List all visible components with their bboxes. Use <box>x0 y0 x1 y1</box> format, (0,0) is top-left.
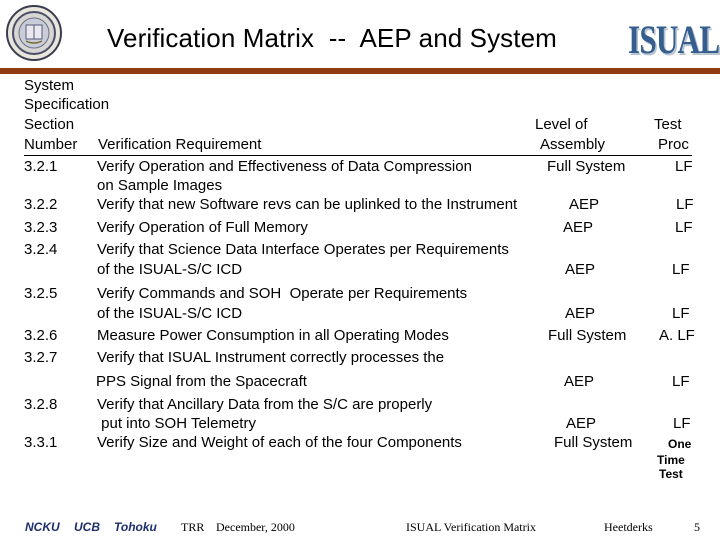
isual-logo: ISUAL <box>628 17 720 62</box>
column-header-level-line2: Assembly <box>540 136 606 153</box>
row-proc: LF <box>672 373 690 390</box>
row-section: 3.2.7 <box>24 349 58 366</box>
row-requirement: Verify Size and Weight of each of the fo… <box>97 434 462 451</box>
row-proc: LF <box>672 261 690 278</box>
row-proc: LF <box>675 219 693 236</box>
row-section: 3.2.5 <box>24 285 58 302</box>
row-requirement-cont: PPS Signal from the Spacecraft <box>96 373 307 390</box>
row-level: AEP <box>565 305 596 322</box>
row-level: Full System <box>547 158 626 175</box>
row-requirement: Measure Power Consumption in all Operati… <box>97 327 449 344</box>
footer-date: December, 2000 <box>216 520 295 534</box>
row-proc: LF <box>675 158 693 175</box>
university-seal-icon <box>6 5 62 61</box>
footer-org-tohoku: Tohoku <box>114 520 157 534</box>
column-header-section-line4: Number <box>24 136 78 153</box>
row-requirement-cont: of the ISUAL-S/C ICD <box>97 261 243 278</box>
footer-org-ucb: UCB <box>74 520 100 534</box>
row-section: 3.2.3 <box>24 219 58 236</box>
row-proc-line1: One <box>668 437 692 451</box>
row-proc: LF <box>676 196 694 213</box>
row-requirement: Verify Operation of Full Memory <box>97 219 308 236</box>
header-underline <box>24 155 692 156</box>
row-proc: LF <box>673 415 691 432</box>
row-requirement-cont: of the ISUAL-S/C ICD <box>97 305 243 322</box>
column-header-section-line1: System <box>24 77 75 94</box>
row-requirement: Verify that ISUAL Instrument correctly p… <box>97 349 445 366</box>
column-header-proc-line1: Test <box>654 116 682 133</box>
row-section: 3.2.4 <box>24 241 58 258</box>
row-requirement-cont: on Sample Images <box>97 177 223 194</box>
row-proc-line2: Time <box>657 453 685 467</box>
column-header-proc-line2: Proc <box>658 136 689 153</box>
row-proc-line3: Test <box>659 467 683 481</box>
column-header-requirement: Verification Requirement <box>98 136 262 153</box>
row-level: AEP <box>566 415 597 432</box>
column-header-section-line2: Specification <box>24 96 110 113</box>
row-requirement-cont: put into SOH Telemetry <box>97 415 256 432</box>
row-requirement: Verify that new Software revs can be upl… <box>97 196 518 213</box>
row-section: 3.3.1 <box>24 434 58 451</box>
footer-doc-title: ISUAL Verification Matrix <box>406 520 536 534</box>
row-level: Full System <box>554 434 633 451</box>
row-requirement: Verify Operation and Effectiveness of Da… <box>97 158 472 175</box>
header-divider <box>0 68 720 74</box>
row-level: AEP <box>569 196 600 213</box>
column-header-section-line3: Section <box>24 116 75 133</box>
column-header-level-line1: Level of <box>535 116 588 133</box>
row-requirement: Verify Commands and SOH Operate per Requ… <box>97 285 468 302</box>
footer-event: TRR <box>181 520 205 534</box>
row-section: 3.2.2 <box>24 196 58 213</box>
row-section: 3.2.6 <box>24 327 58 344</box>
page-title: Verification Matrix -- AEP and System <box>107 23 557 53</box>
page-number: 5 <box>694 520 700 534</box>
footer-org-ncku: NCKU <box>25 520 60 534</box>
row-proc: LF <box>672 305 690 322</box>
row-level: AEP <box>563 219 594 236</box>
row-level: AEP <box>565 261 596 278</box>
row-requirement: Verify that Ancillary Data from the S/C … <box>97 396 433 413</box>
row-requirement: Verify that Science Data Interface Opera… <box>97 241 509 258</box>
footer-author: Heetderks <box>604 520 653 534</box>
row-proc: A. LF <box>659 327 695 344</box>
row-section: 3.2.1 <box>24 158 58 175</box>
row-level: AEP <box>564 373 595 390</box>
row-level: Full System <box>548 327 627 344</box>
row-section: 3.2.8 <box>24 396 58 413</box>
